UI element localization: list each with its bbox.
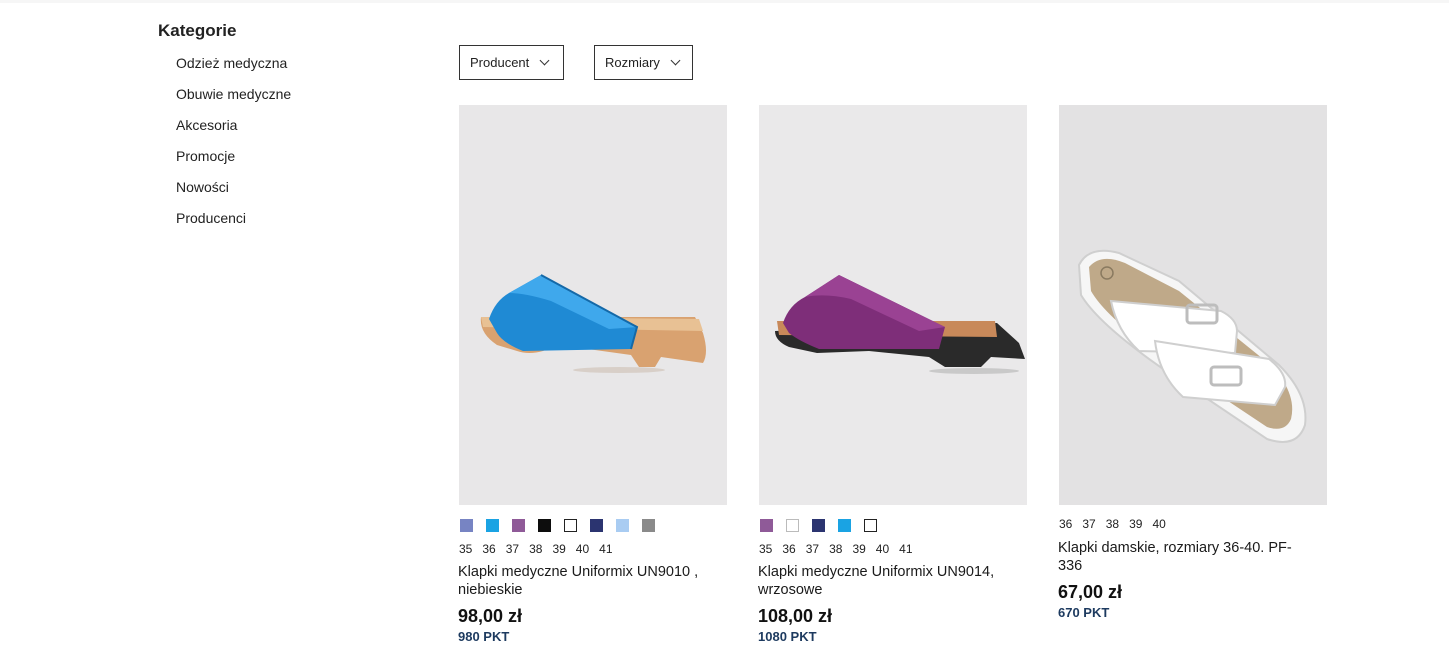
size-option[interactable]: 40 xyxy=(876,542,889,557)
size-option[interactable]: 37 xyxy=(506,542,519,557)
color-swatch[interactable] xyxy=(838,519,851,532)
product-image-blue-clog[interactable] xyxy=(459,105,727,505)
size-option[interactable]: 36 xyxy=(482,542,495,557)
chevron-down-icon xyxy=(539,55,550,66)
category-list: Odzież medyczna Obuwie medyczne Akcesori… xyxy=(176,54,418,240)
color-swatch[interactable] xyxy=(460,519,473,532)
size-option[interactable]: 40 xyxy=(576,542,589,557)
product-image-purple-clog[interactable] xyxy=(759,105,1027,505)
size-option[interactable]: 39 xyxy=(1129,517,1142,532)
chevron-down-icon xyxy=(670,55,681,66)
size-option[interactable]: 38 xyxy=(529,542,542,557)
category-sidebar: Kategorie Odzież medyczna Obuwie medyczn… xyxy=(158,20,418,240)
product-points: 1080 PKT xyxy=(758,629,817,644)
product-grid: 35 36 37 38 39 40 41 Klapki medyczne Uniformix… xyxy=(458,105,1327,646)
size-option[interactable]: 37 xyxy=(806,542,819,557)
color-swatch[interactable] xyxy=(512,519,525,532)
size-option[interactable]: 35 xyxy=(459,542,472,557)
size-option[interactable]: 36 xyxy=(1059,517,1072,532)
product-name[interactable]: Klapki damskie, rozmiary 36-40. PF-336 xyxy=(1058,539,1308,575)
size-option[interactable]: 39 xyxy=(852,542,865,557)
color-swatches xyxy=(758,519,1026,532)
size-option[interactable]: 37 xyxy=(1082,517,1095,532)
size-list: 35 36 37 38 39 40 41 xyxy=(458,542,726,557)
top-divider xyxy=(0,0,1449,3)
size-option[interactable]: 40 xyxy=(1152,517,1165,532)
color-swatch[interactable] xyxy=(760,519,773,532)
product-name[interactable]: Klapki medyczne Uniformix UN9010 , niebi… xyxy=(458,563,723,599)
size-option[interactable]: 41 xyxy=(599,542,612,557)
size-list: 35 36 37 38 39 40 41 xyxy=(758,542,1026,557)
sidebar-item-akcesoria[interactable]: Akcesoria xyxy=(176,116,418,147)
color-swatch[interactable] xyxy=(486,519,499,532)
size-option[interactable]: 41 xyxy=(899,542,912,557)
product-points: 980 PKT xyxy=(458,629,510,644)
color-swatch[interactable] xyxy=(616,519,629,532)
rozmiary-dropdown[interactable]: Rozmiary xyxy=(594,45,693,80)
color-swatch[interactable] xyxy=(590,519,603,532)
size-option[interactable]: 39 xyxy=(552,542,565,557)
sidebar-item-obuwie-medyczne[interactable]: Obuwie medyczne xyxy=(176,85,418,116)
rozmiary-dropdown-label: Rozmiary xyxy=(605,55,660,70)
color-swatch[interactable] xyxy=(864,519,877,532)
sidebar-item-nowosci[interactable]: Nowości xyxy=(176,178,418,209)
sidebar-title: Kategorie xyxy=(158,21,237,40)
color-swatch[interactable] xyxy=(812,519,825,532)
product-card: 36 37 38 39 40 Klapki damskie, rozmiary 36-4… xyxy=(1058,105,1327,646)
product-card: 35 36 37 38 39 40 41 Klapki medyczne Uniformix… xyxy=(458,105,727,646)
sidebar-item-producenci[interactable]: Producenci xyxy=(176,209,418,240)
product-card: 35 36 37 38 39 40 41 Klapki medyczne Uniformix… xyxy=(758,105,1027,646)
white-sandal-image xyxy=(1059,105,1327,505)
product-price: 98,00 zł xyxy=(458,606,523,626)
product-points: 670 PKT xyxy=(1058,605,1110,620)
blue-clog-image xyxy=(480,274,706,373)
size-option[interactable]: 35 xyxy=(759,542,772,557)
product-price: 67,00 zł xyxy=(1058,582,1123,602)
size-option[interactable]: 38 xyxy=(829,542,842,557)
sidebar-item-promocje[interactable]: Promocje xyxy=(176,147,418,178)
size-option[interactable]: 36 xyxy=(782,542,795,557)
color-swatch[interactable] xyxy=(642,519,655,532)
color-swatch[interactable] xyxy=(538,519,551,532)
filter-bar: Producent Rozmiary xyxy=(459,45,693,80)
product-name[interactable]: Klapki medyczne Uniformix UN9014, wrzoso… xyxy=(758,563,1023,599)
color-swatch[interactable] xyxy=(564,519,577,532)
producent-dropdown-label: Producent xyxy=(470,55,530,70)
color-swatch[interactable] xyxy=(786,519,799,532)
color-swatches xyxy=(458,519,726,532)
size-option[interactable]: 38 xyxy=(1106,517,1119,532)
producent-dropdown[interactable]: Producent xyxy=(459,45,564,80)
product-price: 108,00 zł xyxy=(758,606,833,626)
purple-clog-image xyxy=(759,105,1027,505)
size-list: 36 37 38 39 40 xyxy=(1058,517,1326,532)
product-image-white-sandal[interactable] xyxy=(1059,105,1327,505)
sidebar-item-odziez-medyczna[interactable]: Odzież medyczna xyxy=(176,54,418,85)
